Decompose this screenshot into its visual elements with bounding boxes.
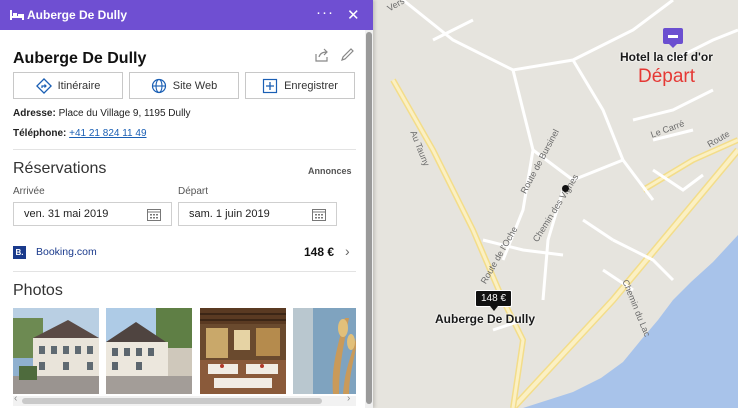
website-button[interactable]: Site Web: [129, 72, 239, 99]
directions-icon: [35, 77, 52, 94]
reservations-title: Réservations: [13, 160, 107, 177]
more-options-icon[interactable]: ···: [316, 4, 334, 21]
lake: [523, 235, 738, 408]
departure-label: Départ: [178, 186, 209, 197]
panel-header-title: Auberge De Dully: [27, 8, 128, 22]
place-name: Auberge De Dully: [13, 50, 147, 67]
route-button-label: Itinéraire: [57, 79, 101, 92]
photo-thumbnail[interactable]: [13, 308, 99, 394]
photo-thumbnail[interactable]: [106, 308, 192, 394]
departure-date-value: sam. 1 juin 2019: [189, 208, 270, 220]
bed-icon: [10, 10, 24, 20]
location-dot[interactable]: [562, 185, 569, 192]
phone-line: Téléphone: +41 21 824 11 49: [13, 128, 147, 139]
photos-scrollbar-thumb[interactable]: [22, 398, 322, 404]
save-button-label: Enregistrer: [284, 79, 338, 92]
calendar-icon[interactable]: [312, 208, 326, 221]
divider: [13, 149, 356, 150]
booking-logo-icon: B.: [13, 246, 26, 259]
add-icon: [262, 78, 278, 93]
save-button[interactable]: Enregistrer: [245, 72, 355, 99]
divider: [13, 271, 356, 272]
scroll-right-icon[interactable]: ›: [347, 393, 350, 404]
photo-thumbnail[interactable]: [293, 308, 356, 394]
depart-label: Départ: [638, 66, 696, 87]
arrival-label: Arrivée: [13, 186, 45, 197]
departure-date-input[interactable]: sam. 1 juin 2019: [178, 202, 337, 226]
booking-price: 148 €: [304, 245, 335, 259]
chevron-right-icon: ›: [345, 243, 350, 259]
hotel-clef-dor-label[interactable]: Hotel la clef d'or: [620, 50, 713, 64]
photo-thumbnail[interactable]: [200, 308, 286, 394]
address-value: Place du Village 9, 1195 Dully: [58, 108, 191, 119]
website-button-label: Site Web: [172, 79, 218, 92]
price-pin[interactable]: 148 €: [475, 290, 513, 311]
panel-scrollbar-thumb[interactable]: [366, 32, 372, 404]
share-icon[interactable]: [314, 47, 330, 63]
address-line: Adresse: Place du Village 9, 1195 Dully: [13, 108, 191, 119]
calendar-icon[interactable]: [147, 208, 161, 221]
details-panel: Auberge De Dully ··· ✕ Auberge De Dully …: [0, 0, 373, 408]
map[interactable]: Vers Au Tauny Route de Bursinel Chemin d…: [373, 0, 738, 408]
phone-link[interactable]: +41 21 824 11 49: [69, 128, 146, 139]
phone-label: Téléphone:: [13, 128, 67, 139]
scroll-left-icon[interactable]: ‹: [14, 393, 17, 404]
arrival-date-value: ven. 31 mai 2019: [24, 208, 109, 220]
close-icon[interactable]: ✕: [347, 6, 360, 24]
globe-icon: [151, 78, 166, 93]
hotel-marker-icon[interactable]: ▬: [663, 28, 683, 48]
ads-label: Annonces: [308, 166, 352, 176]
route-button[interactable]: Itinéraire: [13, 72, 123, 99]
photos-title: Photos: [13, 282, 63, 299]
arrival-date-input[interactable]: ven. 31 mai 2019: [13, 202, 172, 226]
auberge-map-label[interactable]: Auberge De Dully: [435, 312, 535, 326]
booking-offer-row[interactable]: B. Booking.com 148 € ›: [0, 240, 365, 266]
booking-provider-name: Booking.com: [36, 246, 97, 258]
edit-icon[interactable]: [340, 47, 355, 62]
panel-titlebar: Auberge De Dully ··· ✕: [0, 0, 373, 30]
address-label: Adresse:: [13, 108, 56, 119]
